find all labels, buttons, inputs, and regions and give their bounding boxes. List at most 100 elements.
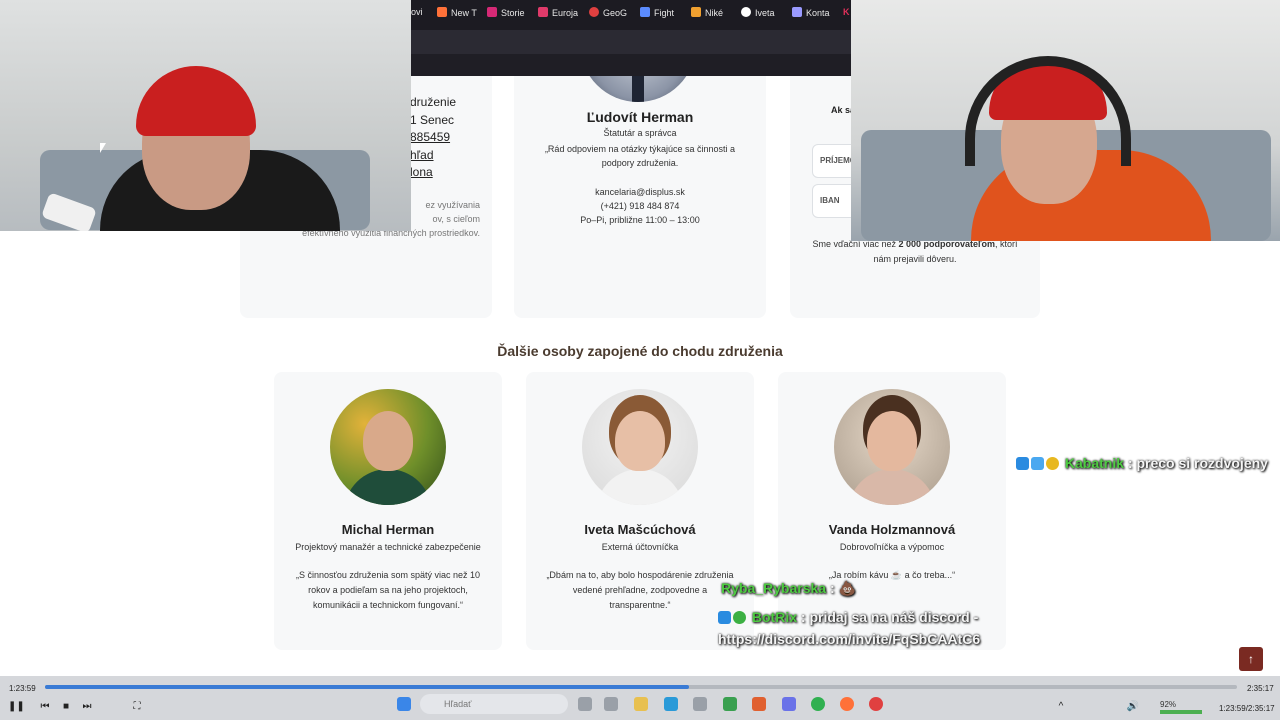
tab-label: Konta — [806, 8, 830, 18]
next-icon[interactable]: ⏭ — [80, 700, 94, 714]
chat-username: BotRix — [751, 609, 798, 625]
left-line-3-link[interactable]: 885459 — [410, 129, 456, 147]
left-line-1: druženie — [410, 95, 457, 109]
google-icon — [741, 7, 751, 17]
person-quote: „Dbám na to, aby bolo hospodárenie združ… — [546, 570, 734, 610]
tab-label: GeoG — [603, 8, 628, 18]
chat-text: : 💩 — [826, 580, 856, 596]
instagram-icon — [487, 7, 497, 17]
browser-subbar — [411, 54, 851, 76]
taskbar-search[interactable]: Hľadať — [420, 694, 568, 714]
main-person-email[interactable]: kancelaria@displus.sk — [514, 185, 766, 199]
discord-icon[interactable] — [782, 697, 796, 711]
chat-text: : preco si rozdvojeny — [1124, 455, 1268, 471]
stop-icon[interactable]: ■ — [59, 700, 73, 714]
mouse-cursor-icon — [100, 143, 106, 153]
volume-level — [1160, 710, 1202, 714]
avatar — [582, 389, 698, 505]
total-time: 2:35:17 — [1247, 684, 1274, 693]
browser-tab[interactable]: Fight — [640, 7, 684, 23]
edge-icon[interactable] — [664, 697, 678, 711]
chevron-up-icon[interactable]: ^ — [1054, 700, 1068, 714]
main-person-phone[interactable]: (+421) 918 484 874 — [514, 199, 766, 213]
avatar — [330, 389, 446, 505]
supporters-text: Sme vďační viac než 2 000 podporovateľom… — [805, 237, 1025, 267]
person-name: Iveta Mašcúchová — [584, 522, 696, 537]
chat-username: Kabatnik — [1064, 455, 1125, 471]
verified-icon — [733, 611, 746, 624]
red-beanie — [136, 66, 256, 136]
browser-tab[interactable]: Konta — [792, 7, 836, 23]
main-person-hours: Po–Pi, približne 11:00 – 13:00 — [580, 215, 700, 225]
person-name: Vanda Holzmannová — [828, 522, 956, 537]
badge-icon — [1016, 457, 1029, 470]
badge-icon — [1031, 457, 1044, 470]
volume-slider[interactable]: 92% — [1160, 700, 1206, 714]
left-card-lines: druženie 1 Senec 885459 hľad lona — [410, 94, 456, 182]
main-person-contact: kancelaria@displus.sk (+421) 918 484 874… — [514, 185, 766, 227]
section-title: Ďalšie osoby zapojené do chodu združenia — [497, 343, 783, 359]
screen: združenia druženie 1 Senec 885459 hľad l… — [0, 0, 1280, 720]
chat-message: Kabatnik : preco si rozdvojeny — [1016, 455, 1268, 471]
taskbar-search-placeholder: Hľadať — [444, 699, 472, 709]
headset — [965, 56, 1131, 166]
person-quote: „S činnosťou združenia som spätý viac ne… — [296, 570, 480, 610]
person-role: Externá účtovníčka — [601, 542, 679, 552]
avatar — [834, 389, 950, 505]
person-role: Dobrovoľníčka a výpomoc — [839, 542, 945, 552]
brave-icon[interactable] — [752, 697, 766, 711]
task-view-icon[interactable] — [578, 697, 592, 711]
webcam-right — [851, 0, 1280, 241]
tab-label: Euroja — [552, 8, 579, 18]
tab-label: Iveta — [755, 8, 775, 18]
person-name: Michal Herman — [341, 522, 435, 537]
left-line-2: 1 Senec — [410, 112, 455, 127]
store-icon[interactable] — [693, 697, 707, 711]
tab-label: Niké — [705, 8, 724, 18]
seek-bar[interactable] — [45, 685, 1237, 689]
tab-label: Storie — [501, 8, 525, 18]
firefox-icon — [437, 7, 447, 17]
eurojackpot-icon — [538, 7, 548, 17]
browser-tab-bar: ovi New T Storie Euroja GeoG Fight Niké … — [411, 0, 851, 30]
browser-tab[interactable]: Niké — [691, 7, 735, 23]
fullscreen-icon[interactable]: ⛶ — [130, 700, 144, 714]
scroll-to-top-button[interactable]: ↑ — [1239, 647, 1263, 671]
webcam-left — [0, 0, 411, 231]
spotify-icon[interactable] — [811, 697, 825, 711]
tab-label: ovi — [411, 7, 423, 17]
map-pin-icon — [589, 7, 599, 17]
main-person-quote: „Rád odpoviem na otázky týkajúce sa činn… — [544, 144, 736, 168]
chat-message: BotRix : pridaj sa na náš discord - http… — [718, 606, 988, 650]
chat-message: Ryba_Rybarska : 💩 — [721, 580, 856, 597]
obs-icon[interactable] — [869, 697, 883, 711]
nike-icon — [691, 7, 701, 17]
browser-toolbar — [411, 30, 851, 54]
browser-tab[interactable]: Iveta — [741, 7, 785, 23]
windows-start-icon[interactable] — [397, 697, 411, 711]
browser-tab[interactable]: New T — [437, 7, 481, 23]
browser-tab[interactable]: ovi — [411, 7, 425, 23]
tab-label: Fight — [654, 8, 675, 18]
chat-username: Ryba_Rybarska — [721, 580, 827, 596]
browser-tab[interactable]: Storie — [487, 7, 531, 23]
pause-icon[interactable]: ❚❚ — [8, 700, 25, 714]
browser-tab[interactable]: Euroja — [538, 7, 582, 23]
volume-label: 92% — [1160, 700, 1177, 709]
person-role: Projektový manažér a technické zabezpeče… — [295, 542, 481, 552]
browser-tab[interactable]: K — [843, 7, 851, 23]
widgets-icon[interactable] — [604, 697, 618, 711]
main-person-role: Štatutár a správca — [603, 128, 677, 138]
firefox-taskbar-icon[interactable] — [840, 697, 854, 711]
person-card: Michal Herman Projektový manažér a techn… — [274, 372, 502, 650]
chrome-icon[interactable] — [723, 697, 737, 711]
browser-window: ovi New T Storie Euroja GeoG Fight Niké … — [411, 0, 851, 76]
left-line-4-link[interactable]: hľad — [410, 147, 456, 165]
previous-icon[interactable]: ⏮ — [38, 700, 52, 714]
browser-tab[interactable]: GeoG — [589, 7, 633, 23]
left-line-5-link[interactable]: lona — [410, 164, 456, 182]
fight-icon — [640, 7, 650, 17]
volume-icon[interactable]: 🔊 — [1126, 700, 1140, 714]
file-explorer-icon[interactable] — [634, 697, 648, 711]
duration-label: 1:23:59/2:35:17 — [1219, 704, 1275, 713]
